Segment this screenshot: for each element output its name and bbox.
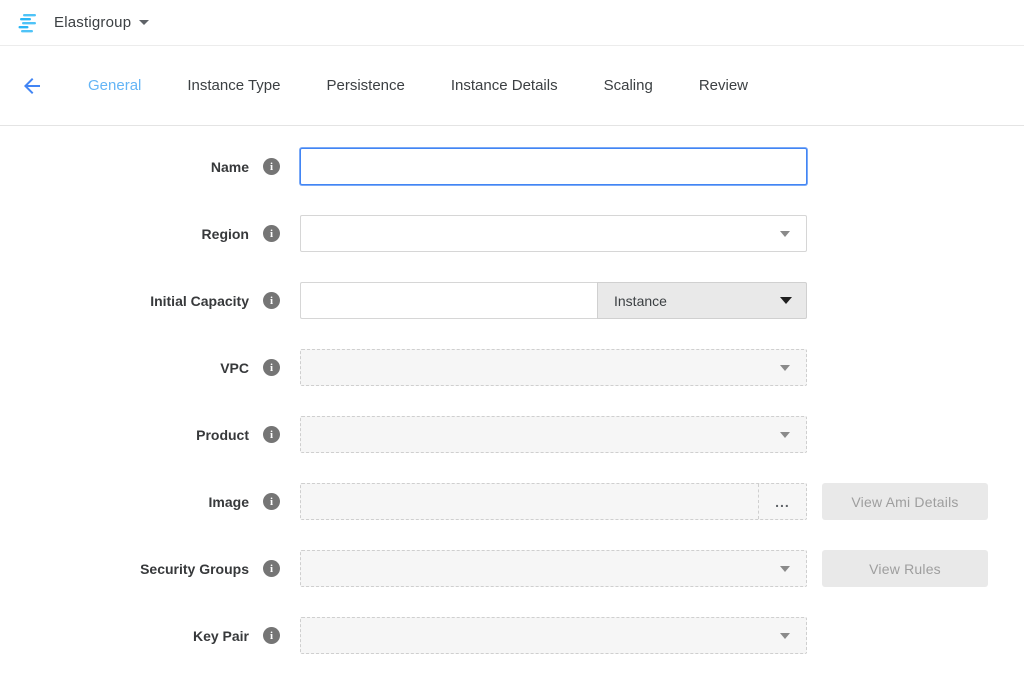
name-input[interactable] <box>300 148 807 185</box>
tab-instance-type[interactable]: Instance Type <box>187 77 280 94</box>
image-browse-button: ... <box>758 484 806 519</box>
chevron-down-icon <box>780 297 792 304</box>
info-icon[interactable]: i <box>263 560 280 577</box>
product-label: Product <box>196 427 249 443</box>
chevron-down-icon[interactable] <box>139 20 149 25</box>
capacity-unit-value: Instance <box>614 293 667 309</box>
image-row: Image i ... View Ami Details <box>0 483 1024 520</box>
app-header: Elastigroup <box>0 0 1024 46</box>
image-label: Image <box>209 494 249 510</box>
chevron-down-icon <box>780 231 790 237</box>
wizard-tab-bar: General Instance Type Persistence Instan… <box>0 46 1024 126</box>
key-pair-label: Key Pair <box>193 628 249 644</box>
vpc-label: VPC <box>220 360 249 376</box>
info-icon[interactable]: i <box>263 493 280 510</box>
info-icon[interactable]: i <box>263 158 280 175</box>
vpc-row: VPC i <box>0 349 1024 386</box>
general-settings-form: Name i Region i Initial Capacity i Insta… <box>0 126 1024 654</box>
info-icon[interactable]: i <box>263 627 280 644</box>
initial-capacity-row: Initial Capacity i Instance <box>0 282 1024 319</box>
security-groups-label: Security Groups <box>140 561 249 577</box>
info-icon[interactable]: i <box>263 225 280 242</box>
region-select[interactable] <box>300 215 807 252</box>
elastigroup-logo-icon <box>16 10 42 36</box>
key-pair-select <box>300 617 807 654</box>
tab-instance-details[interactable]: Instance Details <box>451 77 558 94</box>
initial-capacity-label: Initial Capacity <box>150 293 249 309</box>
product-row: Product i <box>0 416 1024 453</box>
region-label: Region <box>202 226 249 242</box>
back-arrow-icon[interactable] <box>20 74 44 98</box>
security-groups-row: Security Groups i View Rules <box>0 550 1024 587</box>
tab-general[interactable]: General <box>88 77 141 94</box>
product-select <box>300 416 807 453</box>
image-value <box>301 484 758 519</box>
app-switcher-label[interactable]: Elastigroup <box>54 14 131 31</box>
vpc-select <box>300 349 807 386</box>
info-icon[interactable]: i <box>263 292 280 309</box>
view-ami-details-button: View Ami Details <box>822 483 988 520</box>
tab-review[interactable]: Review <box>699 77 748 94</box>
chevron-down-icon <box>780 432 790 438</box>
info-icon[interactable]: i <box>263 359 280 376</box>
security-groups-select <box>300 550 807 587</box>
chevron-down-icon <box>780 365 790 371</box>
tab-persistence[interactable]: Persistence <box>327 77 405 94</box>
view-rules-button: View Rules <box>822 550 988 587</box>
initial-capacity-input[interactable] <box>300 282 597 319</box>
chevron-down-icon <box>780 633 790 639</box>
tab-scaling[interactable]: Scaling <box>604 77 653 94</box>
key-pair-row: Key Pair i <box>0 617 1024 654</box>
wizard-tabs: General Instance Type Persistence Instan… <box>88 77 794 94</box>
chevron-down-icon <box>780 566 790 572</box>
name-row: Name i <box>0 148 1024 185</box>
capacity-unit-select[interactable]: Instance <box>597 282 807 319</box>
info-icon[interactable]: i <box>263 426 280 443</box>
name-label: Name <box>211 159 249 175</box>
region-row: Region i <box>0 215 1024 252</box>
image-picker: ... <box>300 483 807 520</box>
